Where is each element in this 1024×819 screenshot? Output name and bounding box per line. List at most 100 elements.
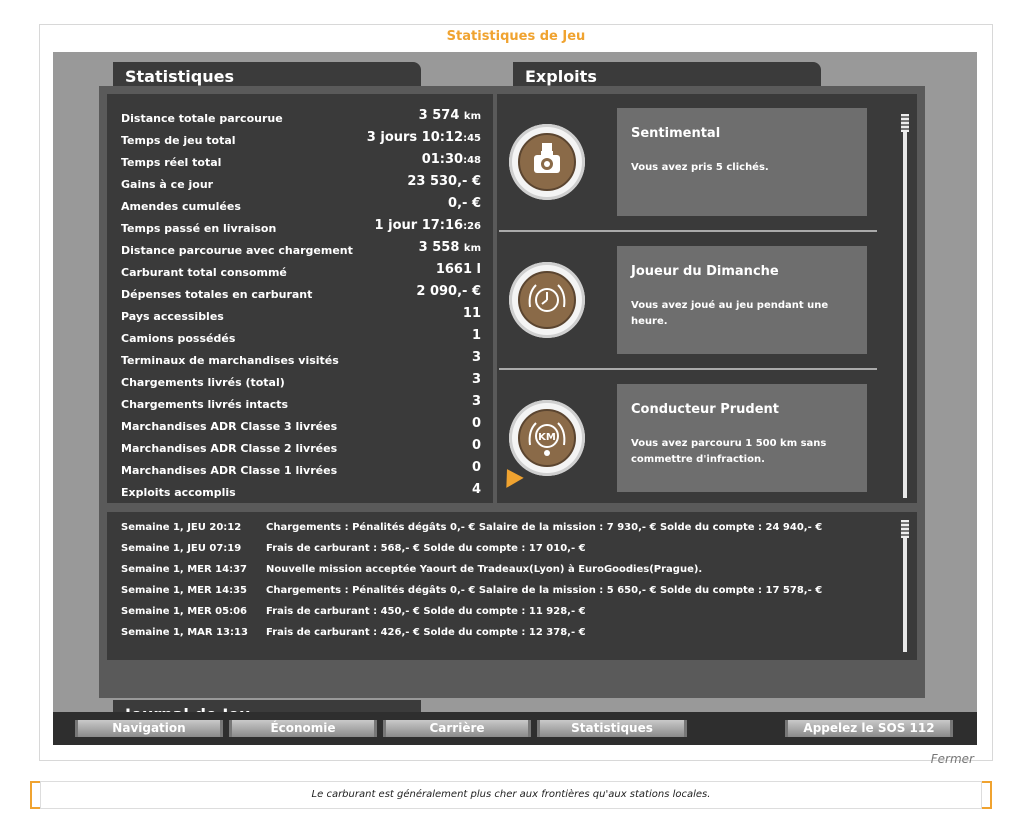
stat-value: 0: [471, 416, 481, 431]
journal-text: Frais de carburant : 450,- € Solde du co…: [266, 606, 586, 617]
journal-row: Semaine 1, JEU 07:19 Frais de carburant :…: [121, 543, 891, 563]
sos-button[interactable]: Appelez le SOS 112: [785, 720, 953, 737]
nav-navigation-button[interactable]: Navigation: [75, 720, 223, 737]
stat-row: Dépenses totales en carburant 2 090,- €: [121, 284, 481, 306]
stat-value: 0,- €: [448, 196, 481, 211]
achievement-item[interactable]: KM Conducteur Prudent Vous avez parcouru…: [497, 370, 877, 508]
achievement-title: Sentimental: [631, 126, 721, 141]
stat-row: Exploits accomplis 4: [121, 482, 481, 504]
journal-row: Semaine 1, MER 14:37 Nouvelle mission acc…: [121, 564, 891, 584]
journal-list: Semaine 1, JEU 20:12 Chargements : Pénali…: [107, 512, 917, 660]
stat-row: Amendes cumulées 0,- €: [121, 196, 481, 218]
achievement-badge: KM: [509, 400, 585, 476]
journal-scrollbar[interactable]: [903, 520, 907, 652]
stats-window: Statistiques de Jeu Statistiques Exploit…: [39, 24, 993, 766]
journal-scroll-thumb[interactable]: [901, 520, 909, 538]
tip-bracket-right: [982, 781, 992, 809]
close-link[interactable]: Fermer: [931, 752, 974, 766]
stat-value: 1: [471, 328, 481, 343]
svg-text:KM: KM: [538, 432, 556, 443]
achievement-badge: [509, 124, 585, 200]
journal-date: Semaine 1, MER 14:37: [121, 564, 247, 575]
window-title: Statistiques de Jeu: [446, 29, 586, 44]
stat-row: Camions possédés 1: [121, 328, 481, 350]
stat-row: Marchandises ADR Classe 2 livrées 0: [121, 438, 481, 460]
stat-row: Marchandises ADR Classe 1 livrées 0: [121, 460, 481, 482]
stat-label: Marchandises ADR Classe 3 livrées: [121, 420, 338, 433]
journal-row: Semaine 1, JEU 20:12 Chargements : Pénali…: [121, 522, 891, 542]
stat-label: Chargements livrés (total): [121, 376, 285, 389]
stat-label: Dépenses totales en carburant: [121, 288, 313, 301]
nav-economie-button[interactable]: Économie: [229, 720, 377, 737]
achievement-card: Sentimental Vous avez pris 5 clichés.: [617, 108, 867, 216]
stat-row: Chargements livrés (total) 3: [121, 372, 481, 394]
achievement-badge: [509, 262, 585, 338]
achievement-desc: Vous avez joué au jeu pendant une heure.: [631, 300, 829, 327]
stat-value: 2 090,- €: [416, 284, 481, 299]
journal-date: Semaine 1, JEU 07:19: [121, 543, 242, 554]
stat-value: 3 574 km: [418, 108, 481, 123]
main-area: Statistiques Exploits Distance totale pa…: [53, 52, 977, 745]
achievement-title: Joueur du Dimanche: [631, 264, 779, 279]
stat-label: Marchandises ADR Classe 1 livrées: [121, 464, 338, 477]
stat-row: Gains à ce jour 23 530,- €: [121, 174, 481, 196]
stat-value: 3: [471, 350, 481, 365]
stat-label: Distance parcourue avec chargement: [121, 244, 353, 257]
stat-label: Carburant total consommé: [121, 266, 287, 279]
stat-label: Temps passé en livraison: [121, 222, 277, 235]
stat-row: Pays accessibles 11: [121, 306, 481, 328]
nav-statistiques-button[interactable]: Statistiques: [537, 720, 687, 737]
stat-row: Carburant total consommé 1661 l: [121, 262, 481, 284]
achievement-item[interactable]: Sentimental Vous avez pris 5 clichés.: [497, 94, 877, 232]
stat-row: Temps passé en livraison 1 jour 17:16:26: [121, 218, 481, 240]
achievement-desc: Vous avez parcouru 1 500 km sans commett…: [631, 438, 827, 465]
stat-label: Temps de jeu total: [121, 134, 236, 147]
stat-row: Terminaux de marchandises visités 3: [121, 350, 481, 372]
stat-label: Pays accessibles: [121, 310, 224, 323]
stat-value: 3: [471, 372, 481, 387]
stat-row: Marchandises ADR Classe 3 livrées 0: [121, 416, 481, 438]
achievement-card: Conducteur Prudent Vous avez parcouru 1 …: [617, 384, 867, 492]
stat-value: 01:30:48: [421, 152, 481, 167]
achievement-desc: Vous avez pris 5 clichés.: [631, 162, 769, 173]
exploits-scroll-thumb[interactable]: [901, 114, 909, 132]
achievement-card: Joueur du Dimanche Vous avez joué au jeu…: [617, 246, 867, 354]
stat-label: Camions possédés: [121, 332, 236, 345]
stat-value: 3 jours 10:12:45: [366, 130, 481, 145]
clock-icon: [518, 271, 576, 329]
nav-carriere-button[interactable]: Carrière: [383, 720, 531, 737]
stat-label: Chargements livrés intacts: [121, 398, 289, 411]
tip-text: Le carburant est généralement plus cher …: [40, 781, 982, 809]
exploits-scrollbar[interactable]: [903, 114, 907, 498]
camera-icon: [518, 133, 576, 191]
journal-row: Semaine 1, MER 05:06 Frais de carburant :…: [121, 606, 891, 626]
journal-date: Semaine 1, MER 05:06: [121, 606, 247, 617]
stat-row: Distance totale parcourue 3 574 km: [121, 108, 481, 130]
stat-value: 0: [471, 438, 481, 453]
journal-row: Semaine 1, MAR 13:13 Frais de carburant :…: [121, 627, 891, 647]
content-panel: Distance totale parcourue 3 574 km Temps …: [99, 86, 925, 698]
stat-value: 23 530,- €: [407, 174, 481, 189]
stat-value: 3: [471, 394, 481, 409]
journal-text: Nouvelle mission acceptée Yaourt de Trad…: [266, 564, 703, 575]
journal-text: Chargements : Pénalités dégâts 0,- € Sal…: [266, 585, 823, 596]
bottom-nav: Navigation Économie Carrière Statistique…: [53, 712, 977, 745]
stat-value: 1 jour 17:16:26: [374, 218, 481, 233]
tip-bracket-left: [30, 781, 40, 809]
journal-row: Semaine 1, MER 14:35 Chargements : Pénali…: [121, 585, 891, 605]
exploits-list: Sentimental Vous avez pris 5 clichés. Jo…: [497, 94, 917, 503]
km-badge-icon: KM: [518, 409, 576, 467]
stat-value: 1661 l: [435, 262, 481, 277]
journal-text: Frais de carburant : 568,- € Solde du co…: [266, 543, 586, 554]
stat-value: 4: [471, 482, 481, 497]
stat-value: 0: [471, 460, 481, 475]
tip-bar: Le carburant est généralement plus cher …: [30, 781, 992, 809]
achievement-item[interactable]: Joueur du Dimanche Vous avez joué au jeu…: [497, 232, 877, 370]
stat-value: 3 558 km: [418, 240, 481, 255]
journal-date: Semaine 1, MAR 13:13: [121, 627, 248, 638]
stat-label: Terminaux de marchandises visités: [121, 354, 339, 367]
stat-label: Marchandises ADR Classe 2 livrées: [121, 442, 338, 455]
stat-label: Exploits accomplis: [121, 486, 236, 499]
journal-text: Frais de carburant : 426,- € Solde du co…: [266, 627, 586, 638]
stat-row: Temps de jeu total 3 jours 10:12:45: [121, 130, 481, 152]
